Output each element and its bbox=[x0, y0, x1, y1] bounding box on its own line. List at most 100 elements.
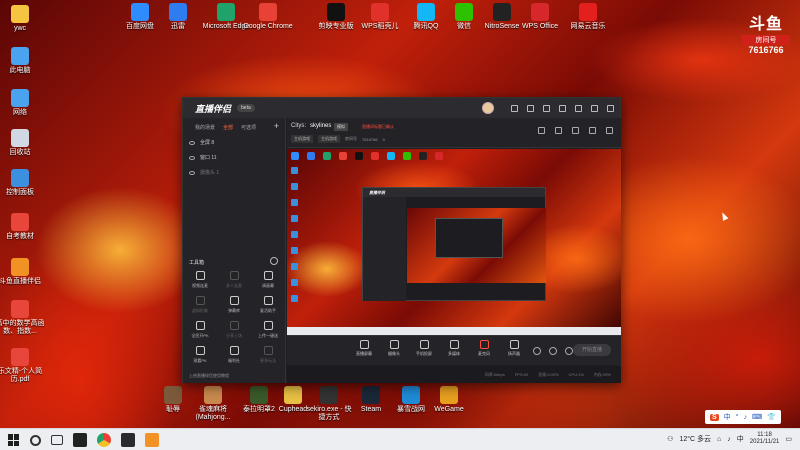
taskbar-app-icon[interactable] bbox=[121, 433, 135, 447]
ime-item[interactable]: ♪ bbox=[743, 414, 747, 421]
source-toolbar: 直播屏幕 摄像头 手机投屏 多媒体 麦克风 扬声器 开始直播 bbox=[287, 335, 621, 365]
toolbox-item[interactable]: 复活助手 bbox=[251, 296, 285, 314]
app-icon bbox=[217, 3, 235, 21]
toolbox-item[interactable]: 观看PK bbox=[183, 346, 217, 364]
screenshot-icon[interactable] bbox=[572, 127, 579, 134]
app-icon bbox=[259, 3, 277, 21]
phone-cast-button[interactable]: 手机投屏 bbox=[409, 340, 439, 357]
weather-widget[interactable]: 12°C 多云 bbox=[679, 434, 711, 444]
scene-item[interactable]: 全屏 8 bbox=[189, 139, 285, 146]
toolbox-more-icon[interactable] bbox=[270, 257, 278, 265]
scene-item[interactable]: 摄像头 1 bbox=[189, 169, 285, 176]
app-icon bbox=[307, 152, 315, 160]
desktop-icon-label: Google Chrome bbox=[243, 23, 293, 30]
settings-gear-icon[interactable] bbox=[565, 347, 573, 355]
desktop-icon[interactable]: 网络 bbox=[0, 89, 48, 117]
tab-my-scenes[interactable]: 我的场景 bbox=[195, 124, 215, 131]
toolbox-item[interactable]: 虚拟形象 bbox=[183, 296, 217, 314]
toolbox-item[interactable]: 弹幕库 bbox=[217, 296, 251, 314]
desktop-icon[interactable]: 控制面板 bbox=[0, 169, 48, 197]
taskbar-app-icon[interactable] bbox=[73, 433, 87, 447]
clock[interactable]: 11:18 2021/11/21 bbox=[750, 432, 780, 446]
desktop-icon[interactable]: Google Chrome bbox=[240, 3, 296, 31]
eye-icon[interactable] bbox=[189, 140, 195, 145]
toolbox-item[interactable]: 调画幕 bbox=[251, 271, 285, 289]
screen-capture-button[interactable]: 直播屏幕 bbox=[349, 340, 379, 357]
record-icon[interactable] bbox=[533, 347, 541, 355]
skin-icon[interactable] bbox=[527, 104, 534, 112]
toolbox-item[interactable]: 分享上场 bbox=[217, 321, 251, 339]
toolbox-item[interactable]: 更多玩法 bbox=[251, 346, 285, 364]
ime-item[interactable]: ° bbox=[736, 414, 739, 421]
toolbox-item[interactable]: 全民开PK bbox=[183, 321, 217, 339]
app-icon bbox=[11, 89, 29, 107]
network-icon[interactable]: ⌂ bbox=[717, 436, 721, 443]
window-titlebar[interactable]: 直播伴侣 beta bbox=[183, 98, 620, 118]
start-live-button[interactable]: 开始直播 bbox=[573, 344, 611, 356]
close-button[interactable] bbox=[607, 104, 614, 112]
toolbox-item[interactable]: 福利社 bbox=[217, 346, 251, 364]
person-icon[interactable]: ⚇ bbox=[667, 435, 673, 443]
sub-tag[interactable]: 主机游戏 bbox=[291, 135, 313, 143]
sub-tag[interactable]: 主机游戏 bbox=[318, 135, 340, 143]
maximize-button[interactable] bbox=[591, 104, 598, 112]
sogou-logo: S bbox=[710, 413, 719, 421]
add-scene-icon[interactable]: + bbox=[274, 121, 279, 131]
app-icon bbox=[327, 3, 345, 21]
ime-item[interactable]: 👕 bbox=[767, 413, 776, 421]
app-icon bbox=[250, 386, 268, 404]
bell-icon[interactable] bbox=[589, 127, 596, 134]
volume-icon[interactable]: ♪ bbox=[727, 436, 731, 443]
desktop-icon[interactable]: 自考教材 bbox=[0, 213, 48, 241]
tutorial-link[interactable]: 上热直播伴侣使用教程 bbox=[189, 373, 229, 379]
message-icon[interactable] bbox=[511, 104, 518, 112]
tab-all[interactable]: 全部 bbox=[223, 124, 233, 131]
tool-icon bbox=[229, 271, 239, 280]
toolbox-item[interactable]: 视频连麦 bbox=[183, 271, 217, 289]
minimize-button[interactable] bbox=[575, 104, 582, 112]
notification-icon[interactable]: ▭ bbox=[785, 435, 792, 443]
search-icon[interactable] bbox=[30, 434, 41, 446]
category-tag[interactable]: 模拟 bbox=[334, 123, 348, 131]
toolbox-item[interactable]: 上传一键送 bbox=[251, 321, 285, 339]
desktop-icon[interactable]: 乐文精-个人简历.pdf bbox=[0, 348, 48, 384]
desktop-icon[interactable]: ywc bbox=[0, 5, 48, 33]
desktop-icon[interactable]: 雀魂麻将 (Mahjong... bbox=[190, 386, 236, 422]
task-view-icon[interactable] bbox=[51, 435, 63, 445]
ime-toolbar[interactable]: S 中 ° ♪ ⌨ 👕 bbox=[705, 410, 781, 424]
replay-icon[interactable] bbox=[549, 347, 557, 355]
scene-item[interactable]: 窗口 11 bbox=[189, 154, 285, 161]
menu-icon[interactable] bbox=[559, 104, 566, 112]
input-method-icon[interactable]: 中 bbox=[737, 434, 744, 444]
ime-item[interactable]: 中 bbox=[724, 412, 731, 422]
chrome-icon[interactable] bbox=[97, 433, 111, 447]
desktop-icon[interactable]: 网易云音乐 bbox=[560, 3, 616, 31]
ime-item[interactable]: ⌨ bbox=[752, 413, 762, 421]
camera-button[interactable]: 摄像头 bbox=[379, 340, 409, 357]
desktop-icon[interactable]: WeGame bbox=[426, 386, 472, 414]
settings-icon[interactable] bbox=[543, 104, 550, 112]
eye-icon[interactable] bbox=[189, 155, 195, 160]
share-icon[interactable] bbox=[606, 127, 613, 134]
toolbox-item[interactable]: 多人连麦 bbox=[217, 271, 251, 289]
desktop-icon[interactable]: 回收站 bbox=[0, 129, 48, 157]
eye-icon[interactable] bbox=[189, 170, 195, 175]
speaker-button[interactable]: 扬声器 bbox=[499, 340, 529, 357]
microphone-button[interactable]: 麦克风 bbox=[469, 340, 499, 357]
gift-icon[interactable] bbox=[538, 127, 545, 134]
start-button[interactable] bbox=[8, 434, 20, 446]
desktop-icon[interactable]: 高中的数学高函数、指数... bbox=[0, 300, 48, 336]
media-button[interactable]: 多媒体 bbox=[439, 340, 469, 357]
avatar[interactable] bbox=[482, 102, 494, 114]
douyu-companion-icon[interactable] bbox=[145, 433, 159, 447]
desktop-icon[interactable]: sekiro.exe - 快捷方式 bbox=[306, 386, 352, 422]
lock-icon[interactable] bbox=[555, 127, 562, 134]
tab-optional[interactable]: 可选项 bbox=[241, 124, 256, 131]
stream-title[interactable]: Citys: skylines bbox=[291, 123, 331, 129]
stream-preview[interactable]: 直播伴侣 bbox=[287, 149, 621, 335]
title-status: 直播间标题已确认 bbox=[362, 124, 394, 129]
desktop-icon[interactable]: 此电脑 bbox=[0, 47, 48, 75]
preview-left-icons bbox=[291, 167, 298, 302]
tool-icon bbox=[229, 296, 239, 305]
desktop-icon[interactable]: 斗鱼直播伴侣 bbox=[0, 258, 48, 286]
